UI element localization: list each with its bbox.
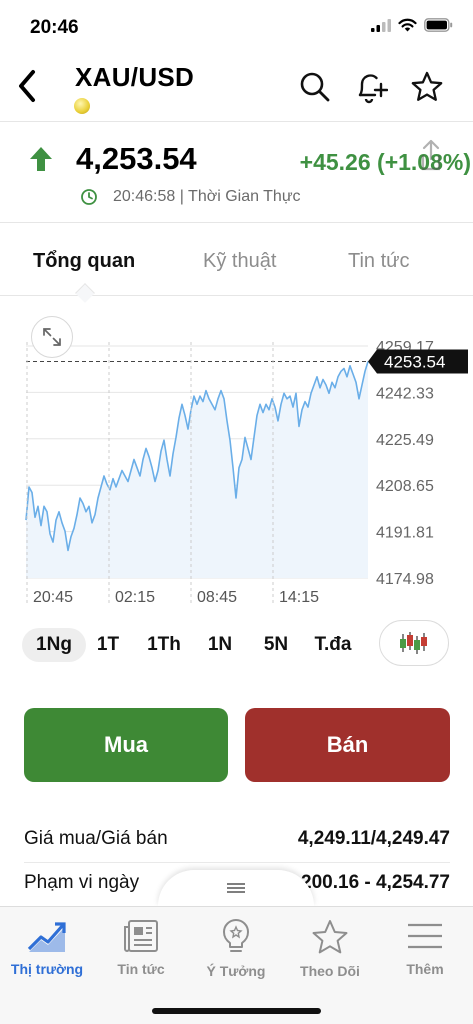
tabbar-news[interactable]: Tin tức bbox=[94, 917, 188, 993]
home-indicator bbox=[152, 1008, 321, 1014]
menu-icon bbox=[408, 923, 442, 949]
lightbulb-icon bbox=[223, 919, 249, 952]
bid-ask-label: Giá mua/Giá bán bbox=[24, 828, 168, 849]
tabbar-markets[interactable]: Thị trường bbox=[0, 917, 94, 993]
range-5-year[interactable]: 5N bbox=[255, 628, 297, 662]
range-1-month[interactable]: 1Th bbox=[139, 628, 189, 662]
chevron-left-icon bbox=[19, 70, 35, 102]
star-icon bbox=[312, 920, 348, 954]
watchlist-button[interactable] bbox=[408, 68, 446, 106]
tabbar-label: Thêm bbox=[406, 961, 444, 977]
star-icon bbox=[411, 71, 443, 101]
y-tick-label: 4208.65 bbox=[376, 478, 434, 495]
bid-ask-value: 4,249.11/4,249.47 bbox=[297, 828, 450, 849]
y-tick-label: 4225.49 bbox=[376, 432, 434, 449]
gold-coin-icon bbox=[74, 98, 90, 114]
share-icon[interactable] bbox=[419, 137, 443, 171]
x-tick-label: 14:15 bbox=[279, 589, 319, 606]
tabbar-ideas[interactable]: Ý Tưởng bbox=[189, 917, 283, 993]
tabbar-label: Thị trường bbox=[10, 961, 84, 977]
tabbar-more[interactable]: Thêm bbox=[378, 917, 472, 993]
tab-technical[interactable]: Kỹ thuật bbox=[203, 250, 276, 273]
quote-panel: 4,253.54 +45.26 (+1.08%) 20:46:58 | Thời… bbox=[0, 123, 473, 223]
x-tick-label: 02:15 bbox=[115, 589, 155, 606]
drawer-handle[interactable] bbox=[158, 870, 314, 906]
current-price-text: 4253.54 bbox=[384, 353, 445, 372]
x-tick-label: 20:45 bbox=[33, 589, 73, 606]
day-range-label: Phạm vi ngày bbox=[24, 872, 140, 893]
price-change: +45.26 (+1.08%) bbox=[299, 149, 471, 175]
status-bar: 20:46 bbox=[0, 0, 473, 56]
chart-icon bbox=[27, 922, 66, 952]
bottom-tab-bar: Thị trường Tin tức Ý Tưởng Theo Dõi Thêm bbox=[0, 906, 473, 1024]
info-row-bid-ask: Giá mua/Giá bán 4,249.11/4,249.47 bbox=[24, 818, 450, 862]
wifi-icon bbox=[398, 18, 417, 32]
last-price: 4,253.54 bbox=[76, 141, 197, 176]
tabbar-label: Tin tức bbox=[117, 961, 165, 977]
tabbar-label: Theo Dõi bbox=[300, 963, 360, 979]
drag-handle-icon bbox=[227, 883, 245, 893]
instrument-title: XAU/USD bbox=[75, 62, 195, 92]
sell-button[interactable]: Bán bbox=[245, 708, 450, 782]
y-axis: 4259.174242.334225.494208.654191.814174.… bbox=[376, 339, 434, 588]
tab-news[interactable]: Tin tức bbox=[348, 250, 410, 273]
y-tick-label: 4174.98 bbox=[376, 571, 434, 588]
signal-icon bbox=[371, 18, 391, 32]
time-range-selector: 1Ng 1T 1Th 1N 5N T.đa bbox=[0, 620, 473, 668]
fullscreen-button[interactable] bbox=[31, 316, 73, 358]
range-1-week[interactable]: 1T bbox=[89, 628, 127, 662]
arrow-up-icon bbox=[30, 147, 52, 171]
clock-icon bbox=[81, 189, 97, 205]
tabbar-watchlist[interactable]: Theo Dõi bbox=[283, 917, 377, 993]
range-max[interactable]: T.đa bbox=[305, 628, 361, 662]
range-1-year[interactable]: 1N bbox=[200, 628, 240, 662]
current-price-label: 4253.54 bbox=[368, 349, 468, 374]
tabbar-label: Ý Tưởng bbox=[206, 963, 266, 979]
y-tick-label: 4242.33 bbox=[376, 385, 434, 402]
search-icon bbox=[300, 72, 330, 102]
status-icons bbox=[371, 18, 453, 32]
add-alert-button[interactable] bbox=[352, 68, 390, 106]
quote-timestamp: 20:46:58 | Thời Gian Thực bbox=[113, 188, 301, 205]
expand-icon bbox=[43, 328, 61, 346]
x-tick-label: 08:45 bbox=[197, 589, 237, 606]
status-time: 20:46 bbox=[30, 17, 79, 38]
battery-icon bbox=[424, 18, 453, 32]
newspaper-icon bbox=[124, 920, 158, 952]
candlestick-icon bbox=[400, 632, 427, 654]
chart-area-fill bbox=[26, 361, 368, 578]
bell-plus-icon bbox=[358, 74, 388, 104]
range-1-day[interactable]: 1Ng bbox=[22, 628, 86, 662]
y-tick-label: 4191.81 bbox=[376, 525, 434, 542]
header: XAU/USD bbox=[0, 56, 473, 122]
tab-overview[interactable]: Tổng quan bbox=[33, 250, 135, 273]
back-button[interactable] bbox=[10, 66, 44, 106]
chart-type-button[interactable] bbox=[379, 620, 449, 666]
section-tabs: Tổng quan Kỹ thuật Tin tức bbox=[0, 224, 473, 296]
search-button[interactable] bbox=[296, 68, 334, 106]
price-chart[interactable]: 4259.174242.334225.494208.654191.814174.… bbox=[0, 300, 473, 612]
buy-button[interactable]: Mua bbox=[24, 708, 228, 782]
